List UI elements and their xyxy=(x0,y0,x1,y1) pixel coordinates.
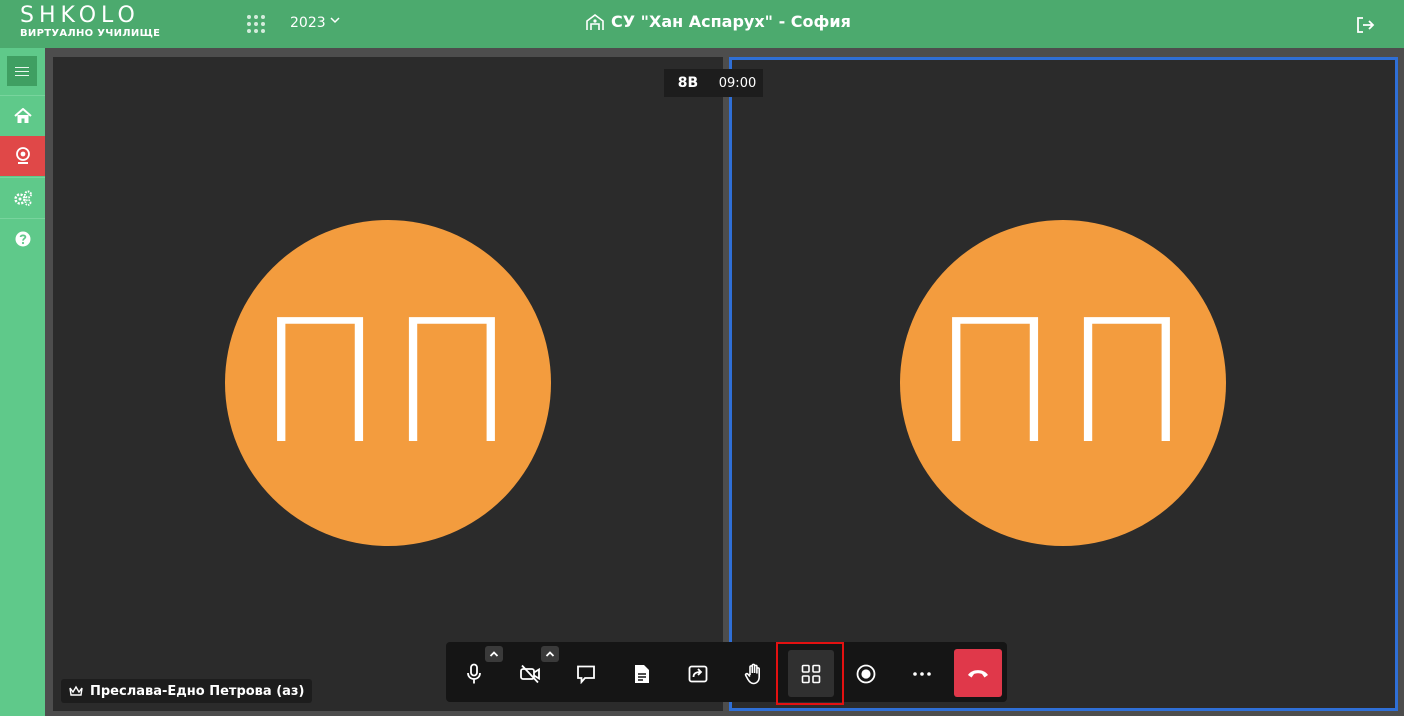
avatar-initials: ПП xyxy=(931,284,1195,482)
avatar-initials: ПП xyxy=(256,284,520,482)
participant-tile-active-speaker[interactable]: ПП xyxy=(729,57,1398,711)
tile-view-highlight xyxy=(776,642,844,705)
local-participant-name: Преслава-Едно Петрова (аз) xyxy=(90,683,305,699)
menu-toggle-button[interactable] xyxy=(7,56,37,86)
microphone-icon xyxy=(467,663,481,684)
record-button[interactable] xyxy=(842,650,890,698)
chevron-up-icon xyxy=(545,651,555,657)
chat-icon xyxy=(577,665,595,684)
sidebar xyxy=(0,48,45,716)
chevron-up-icon xyxy=(489,651,499,657)
meeting-timer: 09:00 xyxy=(712,69,763,97)
school-title: СУ "Хан Аспарух" - София xyxy=(585,12,851,31)
webcam-icon xyxy=(15,147,30,164)
school-icon xyxy=(586,13,604,30)
school-name: СУ "Хан Аспарух" - София xyxy=(611,12,851,31)
apps-grid-icon[interactable] xyxy=(247,15,265,33)
raise-hand-button[interactable] xyxy=(730,650,778,698)
tile-view-icon xyxy=(801,664,821,683)
local-participant-name-tag: Преслава-Едно Петрова (аз) xyxy=(61,679,313,703)
record-icon xyxy=(856,664,876,684)
moderator-crown-icon xyxy=(69,685,83,696)
share-screen-button[interactable] xyxy=(674,650,722,698)
logo-subtitle: ВИРТУАЛНО УЧИЛИЩЕ xyxy=(20,28,161,39)
sidebar-item-help[interactable] xyxy=(0,218,45,258)
more-icon xyxy=(913,672,931,676)
logo[interactable]: SHKOLO ВИРТУАЛНО УЧИЛИЩЕ xyxy=(20,3,161,40)
top-header: SHKOLO ВИРТУАЛНО УЧИЛИЩЕ 2023 СУ "Хан Ас… xyxy=(0,0,1404,48)
sidebar-item-home[interactable] xyxy=(0,95,45,135)
gears-icon xyxy=(13,190,32,206)
year-selector[interactable]: 2023 xyxy=(290,15,326,31)
tile-view-button[interactable] xyxy=(788,650,834,697)
document-icon xyxy=(635,665,649,683)
participant-avatar: ПП xyxy=(225,220,551,546)
more-options-button[interactable] xyxy=(898,650,946,698)
share-screen-icon xyxy=(688,665,708,683)
meeting-toolbar xyxy=(446,642,1007,702)
help-icon xyxy=(15,231,30,246)
home-icon xyxy=(13,107,32,123)
participant-avatar: ПП xyxy=(900,220,1226,546)
logo-text: SHKOLO xyxy=(20,3,140,28)
raise-hand-icon xyxy=(744,663,760,685)
sidebar-item-virtual-class[interactable] xyxy=(0,136,45,176)
chevron-down-icon[interactable] xyxy=(330,14,340,28)
document-button[interactable] xyxy=(618,650,666,698)
camera-options-caret[interactable] xyxy=(541,646,559,662)
sidebar-item-settings[interactable] xyxy=(0,177,45,217)
hangup-button[interactable] xyxy=(954,649,1002,697)
hangup-icon xyxy=(968,670,988,678)
microphone-options-caret[interactable] xyxy=(485,646,503,662)
chat-button[interactable] xyxy=(562,650,610,698)
participant-tile-local[interactable]: ПП xyxy=(53,57,723,711)
class-label: 8В xyxy=(664,69,712,97)
camera-off-icon xyxy=(520,664,540,684)
logout-icon[interactable] xyxy=(1355,16,1375,34)
